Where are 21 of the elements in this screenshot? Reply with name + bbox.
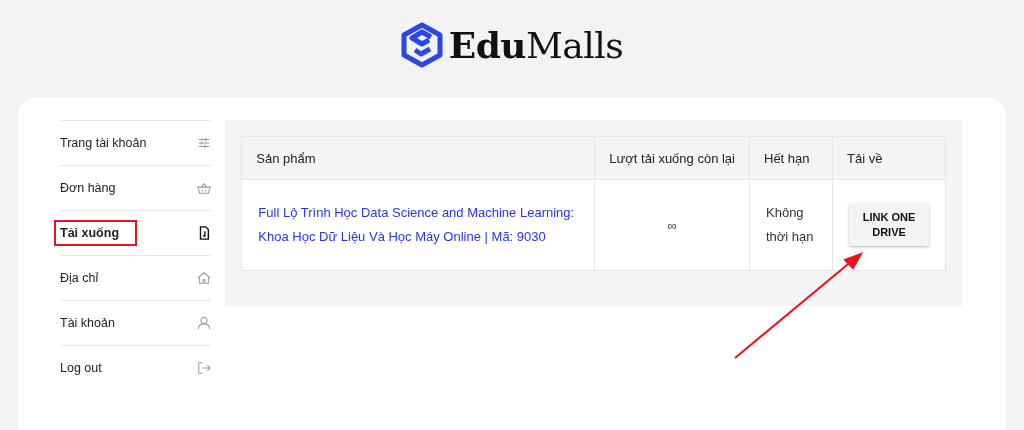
sidebar-item[interactable]: Địa chỉ (54, 265, 117, 291)
remaining-downloads: ∞ (667, 217, 677, 233)
column-header: Sản phẩm (241, 136, 595, 180)
expiry-text: Không thời hạn (766, 204, 815, 246)
logout-icon (197, 361, 212, 375)
sidebar-item[interactable]: Tải xuống (54, 220, 138, 246)
logo-icon (400, 22, 443, 68)
sliders-icon (197, 136, 212, 150)
sidebar-item[interactable]: Trang tài khoản (54, 130, 165, 156)
column-header: Tải về (832, 136, 946, 180)
column-header: Hết hạn (749, 136, 833, 180)
sidebar-item[interactable]: Đơn hàng (54, 175, 134, 201)
logo-text: EduMalls (448, 24, 624, 66)
home-icon (197, 271, 212, 285)
file-icon (197, 226, 212, 240)
sidebar-item[interactable]: Log out (54, 355, 120, 381)
download-button[interactable]: LINK ONE DRIVE (849, 204, 929, 246)
column-header: Lượt tải xuống còn lại (594, 136, 750, 180)
sidebar-item[interactable]: Tài khoản (54, 310, 133, 336)
basket-icon (197, 181, 212, 195)
user-icon (197, 316, 212, 330)
